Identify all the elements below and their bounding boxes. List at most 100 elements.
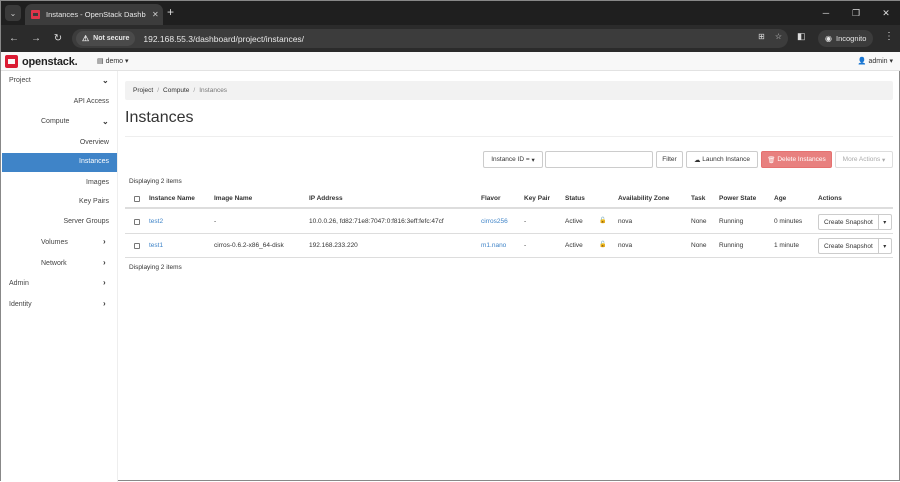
- project-dropdown[interactable]: ▤ demo ▾: [97, 57, 129, 65]
- url-text[interactable]: 192.168.55.3/dashboard/project/instances…: [143, 34, 304, 44]
- column-header[interactable]: Key Pair: [524, 195, 550, 202]
- flavor-link[interactable]: cirros256: [481, 218, 508, 225]
- column-header[interactable]: Image Name: [214, 195, 252, 202]
- not-secure-badge[interactable]: ⚠ Not secure: [76, 31, 136, 46]
- sidebar-item-network[interactable]: Network: [41, 260, 67, 267]
- sidebar-item-admin[interactable]: Admin: [9, 280, 29, 287]
- more-actions-button[interactable]: More Actions ▾: [835, 151, 893, 168]
- create-snapshot-button[interactable]: Create Snapshot: [818, 214, 879, 230]
- browser-tab[interactable]: Instances - OpenStack Dashboard ✕: [25, 4, 163, 25]
- sidebar-item-api-access[interactable]: API Access: [74, 98, 109, 105]
- row-checkbox[interactable]: [134, 243, 140, 249]
- sidebar-item-volumes[interactable]: Volumes: [41, 239, 68, 246]
- project-name: demo: [105, 58, 124, 65]
- key-pair: -: [524, 242, 527, 249]
- browser-menu-icon[interactable]: ⋮: [884, 31, 894, 42]
- filter-input[interactable]: [545, 151, 653, 168]
- restore-icon[interactable]: ❐: [841, 1, 871, 25]
- chevron-right-icon[interactable]: ›: [103, 278, 106, 287]
- chevron-right-icon[interactable]: ›: [103, 237, 106, 246]
- column-header[interactable]: IP Address: [309, 195, 343, 202]
- not-secure-label: Not secure: [93, 35, 130, 42]
- window-controls: ─ ❐ ✕: [811, 1, 900, 25]
- sidebar-item-project[interactable]: Project: [9, 77, 31, 84]
- filter-button[interactable]: Filter: [656, 151, 683, 168]
- close-window-icon[interactable]: ✕: [871, 1, 900, 25]
- close-tab-icon[interactable]: ✕: [152, 10, 159, 19]
- translate-icon[interactable]: ⊞: [758, 32, 765, 41]
- breadcrumb-instances: Instances: [199, 87, 228, 94]
- forward-arrow-icon[interactable]: →: [29, 31, 43, 45]
- column-header[interactable]: Power State: [719, 195, 756, 202]
- unlocked-icon: 🔓: [599, 242, 607, 248]
- power-state: Running: [719, 242, 744, 249]
- column-header[interactable]: Instance Name: [149, 195, 195, 202]
- key-pair: -: [524, 218, 527, 225]
- sidebar-item-images[interactable]: Images: [86, 179, 109, 186]
- sidebar: Project ⌄ API Access Compute ⌄ Overview …: [1, 71, 118, 482]
- flavor-link[interactable]: m1.nano: [481, 242, 506, 249]
- column-header[interactable]: Flavor: [481, 195, 501, 202]
- delete-instances-button[interactable]: 🗑 Delete Instances: [761, 151, 832, 168]
- select-all-checkbox[interactable]: [134, 196, 140, 202]
- trash-icon: 🗑: [767, 156, 778, 164]
- table-header: Instance Name Image Name IP Address Flav…: [125, 191, 893, 209]
- more-actions-label: More Actions: [842, 156, 881, 163]
- filter-field-dropdown[interactable]: Instance ID = ▾: [483, 151, 543, 168]
- availability-zone: nova: [618, 242, 633, 249]
- reload-icon[interactable]: ↻: [51, 31, 65, 45]
- caret-down-icon: ▾: [123, 58, 129, 65]
- openstack-logo-icon: [5, 55, 18, 68]
- sidebar-item-server-groups[interactable]: Server Groups: [63, 218, 109, 225]
- sidebar-item-instances[interactable]: Instances: [2, 153, 117, 172]
- caret-down-icon: ▾: [529, 156, 535, 164]
- caret-down-icon: ▾: [880, 156, 886, 164]
- actions-caret-down-icon[interactable]: ▾: [878, 238, 892, 254]
- new-tab-button[interactable]: +: [167, 6, 174, 18]
- column-header[interactable]: Age: [774, 195, 786, 202]
- minimize-icon[interactable]: ─: [811, 1, 841, 25]
- image-name: -: [214, 218, 217, 225]
- user-dropdown[interactable]: 👤 admin ▾: [858, 57, 893, 65]
- column-header[interactable]: Availability Zone: [618, 195, 669, 202]
- tab-search-chevron-icon[interactable]: ⌄: [5, 5, 21, 21]
- chevron-down-icon[interactable]: ⌄: [102, 76, 109, 85]
- launch-instance-label: Launch Instance: [702, 156, 750, 163]
- logo-text: openstack.: [22, 55, 78, 68]
- chevron-right-icon[interactable]: ›: [103, 258, 106, 267]
- address-bar[interactable]: ⚠ Not secure 192.168.55.3/dashboard/proj…: [72, 29, 788, 48]
- back-arrow-icon[interactable]: ←: [7, 31, 21, 45]
- column-header[interactable]: Status: [565, 195, 585, 202]
- sidebar-item-compute[interactable]: Compute: [41, 118, 69, 125]
- sidebar-item-key-pairs[interactable]: Key Pairs: [79, 198, 109, 205]
- ip-address: 10.0.0.26, fd82:71e8:7047:0:f816:3eff:fe…: [309, 218, 444, 225]
- chevron-down-icon[interactable]: ⌄: [102, 117, 109, 126]
- tab-title: Instances - OpenStack Dashboard: [46, 10, 146, 19]
- incognito-label: Incognito: [835, 34, 867, 43]
- instance-name-link[interactable]: test1: [149, 242, 163, 249]
- openstack-logo[interactable]: openstack.: [5, 55, 78, 68]
- bookmark-star-icon[interactable]: ☆: [775, 32, 782, 41]
- breadcrumb: Project / Compute / Instances: [125, 81, 893, 100]
- incognito-badge[interactable]: ◉ Incognito: [818, 30, 874, 47]
- row-checkbox[interactable]: [134, 219, 140, 225]
- sidebar-item-identity[interactable]: Identity: [9, 301, 32, 308]
- column-header[interactable]: Task: [691, 195, 705, 202]
- breadcrumb-project[interactable]: Project: [133, 87, 153, 94]
- displaying-count-top: Displaying 2 items: [129, 178, 182, 185]
- create-snapshot-button[interactable]: Create Snapshot: [818, 238, 879, 254]
- availability-zone: nova: [618, 218, 633, 225]
- launch-instance-button[interactable]: ☁ Launch Instance: [686, 151, 758, 168]
- breadcrumb-separator: /: [193, 87, 196, 94]
- breadcrumb-compute[interactable]: Compute: [163, 87, 189, 94]
- side-panel-icon[interactable]: ◧: [797, 31, 806, 42]
- instance-name-link[interactable]: test2: [149, 218, 163, 225]
- age: 1 minute: [774, 242, 799, 249]
- openstack-favicon-icon: [31, 10, 40, 19]
- title-divider: [125, 136, 893, 137]
- warning-triangle-icon: ⚠: [82, 34, 90, 43]
- sidebar-item-overview[interactable]: Overview: [80, 139, 109, 146]
- chevron-right-icon[interactable]: ›: [103, 299, 106, 308]
- actions-caret-down-icon[interactable]: ▾: [878, 214, 892, 230]
- delete-instances-label: Delete Instances: [777, 156, 826, 163]
